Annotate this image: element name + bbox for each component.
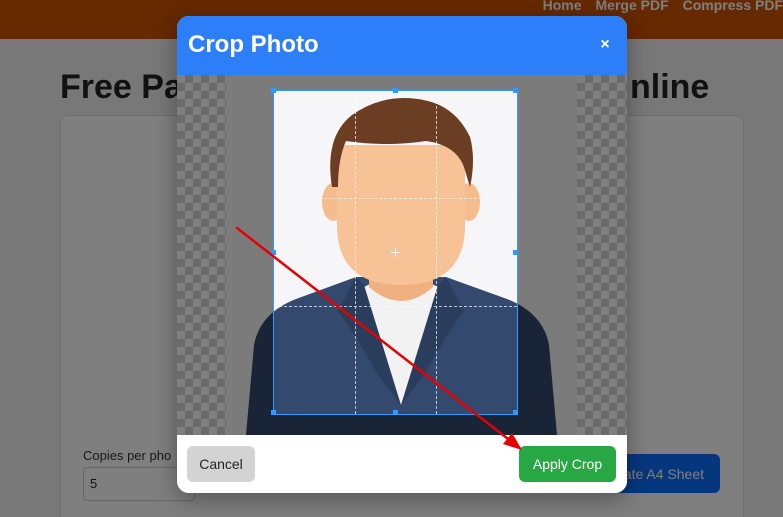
crop-handle-sw[interactable]: [271, 410, 276, 415]
crop-handle-n[interactable]: [393, 88, 398, 93]
crop-mask-left: [177, 90, 273, 415]
crop-handle-s[interactable]: [393, 410, 398, 415]
crop-guide-vertical-1: [355, 91, 356, 414]
modal-header: Crop Photo ×: [177, 16, 627, 75]
modal-title: Crop Photo: [188, 31, 319, 58]
crop-handle-se[interactable]: [513, 410, 518, 415]
cancel-button[interactable]: Cancel: [187, 446, 255, 482]
crop-guide-horizontal-2: [274, 306, 517, 307]
crop-handle-ne[interactable]: [513, 88, 518, 93]
crop-center-marker: [391, 248, 400, 257]
crop-handle-e[interactable]: [513, 250, 518, 255]
crop-photo-modal: Crop Photo × Cancel Apply Crop: [177, 16, 627, 493]
close-icon[interactable]: ×: [598, 36, 612, 53]
crop-canvas[interactable]: [177, 75, 627, 435]
modal-footer: Cancel Apply Crop: [177, 435, 627, 493]
crop-mask-right: [518, 90, 627, 415]
crop-guide-vertical-2: [436, 91, 437, 414]
apply-crop-button[interactable]: Apply Crop: [519, 446, 616, 482]
crop-handle-nw[interactable]: [271, 88, 276, 93]
crop-handle-w[interactable]: [271, 250, 276, 255]
crop-mask-bottom: [177, 415, 627, 435]
crop-mask-top: [177, 75, 627, 90]
crop-guide-horizontal-1: [274, 198, 517, 199]
crop-selection-box[interactable]: [271, 88, 518, 415]
